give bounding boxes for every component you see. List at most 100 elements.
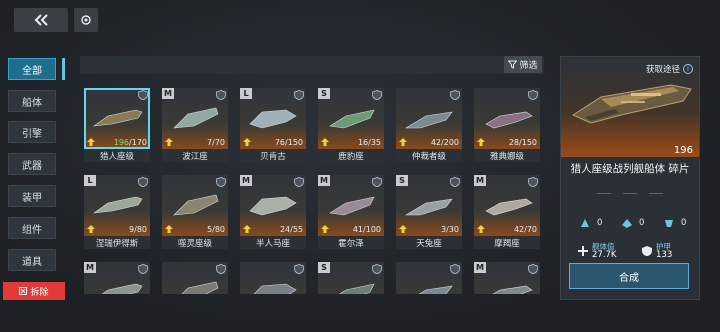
fragment-required: /30 <box>446 225 459 234</box>
item-card[interactable]: 28/150 雅典娜级 <box>474 88 540 162</box>
armor-value: 133 <box>656 249 673 260</box>
item-name: 天兔座 <box>396 236 462 249</box>
shield-icon <box>294 264 304 274</box>
back-button[interactable] <box>14 8 68 32</box>
ship-illustration <box>249 109 297 129</box>
item-card[interactable]: S 3/30 天兔座 <box>396 175 462 249</box>
craft-button[interactable]: 合成 <box>569 263 689 289</box>
item-card[interactable]: L 9/80 涅瑞伊得斯 <box>84 175 150 249</box>
filter-icon <box>508 60 518 69</box>
item-card[interactable]: 42/200 仲裁者级 <box>396 88 462 162</box>
fragment-required: /70 <box>212 138 225 147</box>
dismantle-button[interactable]: 拆除 <box>3 282 65 300</box>
item-card[interactable]: 5/80 噬灵座级 <box>162 175 228 249</box>
sidebar-item[interactable]: 全部 <box>8 58 56 80</box>
ship-illustration <box>253 283 297 294</box>
slot-line <box>623 193 637 194</box>
fragment-required: /170 <box>129 138 147 147</box>
size-badge: L <box>84 175 96 186</box>
refresh-button[interactable] <box>74 8 98 32</box>
fragment-count: 42/70 <box>514 225 537 234</box>
engine-slot-icon <box>622 219 632 228</box>
upgrade-arrow-icon <box>399 225 407 233</box>
fragment-required: /35 <box>368 138 381 147</box>
fragment-current: 196 <box>113 138 130 147</box>
fragment-current: 42 <box>513 225 525 234</box>
size-badge: M <box>240 175 252 186</box>
item-card[interactable] <box>162 262 228 294</box>
size-badge: S <box>396 175 408 186</box>
fragment-count: 7/70 <box>207 138 225 147</box>
fragment-current: 76 <box>274 138 286 147</box>
shield-icon <box>216 177 226 187</box>
item-title: 猎人座级战列舰船体 碎片 <box>570 163 690 175</box>
upgrade-arrow-icon <box>399 138 407 146</box>
upgrade-arrow-icon <box>243 225 251 233</box>
sidebar-item[interactable]: 武器 <box>8 153 56 175</box>
upgrade-arrow-icon <box>87 138 95 146</box>
item-card[interactable]: M 24/55 半人马座 <box>240 175 306 249</box>
info-icon: i <box>683 64 693 74</box>
filter-button[interactable]: 筛选 <box>504 56 542 73</box>
upgrade-arrow-icon <box>321 138 329 146</box>
list-header-bar <box>80 56 544 74</box>
shield-icon <box>372 177 382 187</box>
fragment-current: 24 <box>279 225 291 234</box>
item-name: 猎人座级 <box>84 149 150 162</box>
upgrade-arrow-icon <box>477 138 485 146</box>
fragment-required: /80 <box>134 225 147 234</box>
size-badge: M <box>474 175 486 186</box>
armor-icon <box>642 246 652 256</box>
ship-illustration <box>418 285 453 294</box>
slot-lines <box>561 189 699 199</box>
fragment-current: 41 <box>352 225 364 234</box>
acquire-route-link[interactable]: 获取途径 i <box>646 63 693 75</box>
refresh-icon <box>81 15 91 25</box>
size-badge: L <box>240 88 252 99</box>
fragment-count: 41/100 <box>353 225 381 234</box>
item-card[interactable] <box>396 262 462 294</box>
component-slot-icon <box>665 220 673 227</box>
item-card[interactable]: 196/170 猎人座级 <box>84 88 150 162</box>
fragment-required: /55 <box>290 225 303 234</box>
item-card[interactable]: M 42/70 摩羯座 <box>474 175 540 249</box>
fragment-count: 42/200 <box>431 138 459 147</box>
item-card[interactable]: S <box>318 262 384 294</box>
item-card[interactable]: M 7/70 波江座 <box>162 88 228 162</box>
item-card[interactable]: L 76/150 贝肯古 <box>240 88 306 162</box>
fragment-count: 16/35 <box>358 138 381 147</box>
sidebar-item[interactable]: 组件 <box>8 217 56 239</box>
armor-attribute: 护甲 133 <box>641 243 672 259</box>
stat-2: 0 <box>621 217 644 229</box>
fragment-current: 42 <box>430 138 442 147</box>
upgrade-arrow-icon <box>321 225 329 233</box>
upgrade-arrow-icon <box>477 225 485 233</box>
stat-3: 0 <box>663 217 686 229</box>
fragment-required: /150 <box>285 138 303 147</box>
size-badge: M <box>162 88 174 99</box>
item-card[interactable]: M <box>474 262 540 294</box>
item-grid: 196/170 猎人座级 M 7/70 波江座 L 76/150 贝肯古 S 16/35 鹿豹座 42… <box>84 88 548 294</box>
item-name: 半人马座 <box>240 236 306 249</box>
item-name: 贝肯古 <box>240 149 306 162</box>
item-card[interactable] <box>240 262 306 294</box>
fragment-count: 3/30 <box>441 225 459 234</box>
shield-icon <box>294 177 304 187</box>
fragment-current: 16 <box>357 138 369 147</box>
sidebar-item[interactable]: 装甲 <box>8 185 56 207</box>
hull-attribute: 舰体值 27.7K <box>577 243 617 259</box>
sidebar-item[interactable]: 道具 <box>8 249 56 271</box>
stat-value: 0 <box>639 218 645 228</box>
sidebar-item[interactable]: 船体 <box>8 90 56 112</box>
item-card[interactable]: S 16/35 鹿豹座 <box>318 88 384 162</box>
active-tab-indicator <box>62 58 65 80</box>
fragment-count: 5/80 <box>207 225 225 234</box>
ship-illustration <box>329 109 375 129</box>
sidebar-item[interactable]: 引擎 <box>8 121 56 143</box>
ship-illustration <box>92 109 143 127</box>
upgrade-arrow-icon <box>243 138 251 146</box>
double-chevron-left-icon <box>34 14 48 26</box>
item-card[interactable]: M <box>84 262 150 294</box>
item-card[interactable]: M 41/100 霍尔泽 <box>318 175 384 249</box>
upgrade-arrow-icon <box>87 225 95 233</box>
